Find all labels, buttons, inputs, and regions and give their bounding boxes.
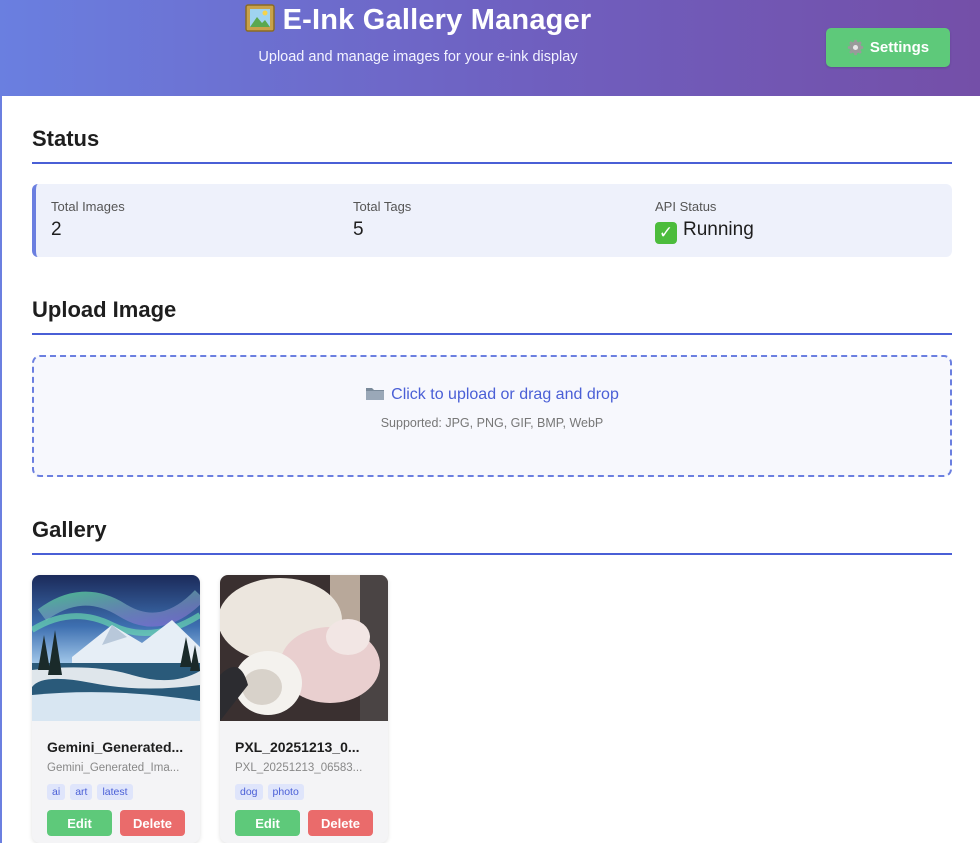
header-titles: E-Ink Gallery Manager Upload and manage … xyxy=(0,0,836,65)
tag-list: ai art latest xyxy=(47,784,133,800)
stat-value: 5 xyxy=(353,219,364,240)
upload-prompt: Click to upload or drag and drop xyxy=(391,386,619,403)
tag-list: dog photo xyxy=(235,784,304,800)
image-title: PXL_20251213_0... xyxy=(235,739,360,755)
stat-label: Total Images xyxy=(51,199,125,214)
tag: photo xyxy=(267,784,304,800)
stat-label: Total Tags xyxy=(353,199,412,214)
gear-icon xyxy=(847,39,864,56)
gallery-card[interactable]: PXL_20251213_0... PXL_20251213_06583... … xyxy=(220,575,388,843)
framed-picture-icon xyxy=(244,4,275,32)
check-mark-icon: ✓ xyxy=(655,222,677,244)
delete-button[interactable]: Delete xyxy=(120,810,185,836)
gallery-card[interactable]: Gemini_Generated... Gemini_Generated_Ima… xyxy=(32,575,200,843)
stat-total-tags: Total Tags 5 xyxy=(353,199,411,241)
image-filename: Gemini_Generated_Ima... xyxy=(47,762,180,774)
upload-supported-formats: Supported: JPG, PNG, GIF, BMP, WebP xyxy=(380,416,604,430)
tag: ai xyxy=(47,784,66,800)
image-thumbnail[interactable] xyxy=(32,575,200,721)
stat-value-row: ✓ Running xyxy=(655,219,754,244)
edit-button[interactable]: Edit xyxy=(47,810,112,836)
tag: latest xyxy=(97,784,133,800)
stat-total-images: Total Images 2 xyxy=(51,199,125,241)
image-thumbnail[interactable] xyxy=(220,575,388,721)
app-subtitle: Upload and manage images for your e-ink … xyxy=(258,49,578,65)
status-panel: Total Images 2 Total Tags 5 API Status ✓… xyxy=(32,184,952,257)
stat-value: 2 xyxy=(51,219,62,240)
upload-dropzone[interactable]: Click to upload or drag and drop Support… xyxy=(32,355,952,477)
main-content: Status Total Images 2 Total Tags 5 API S… xyxy=(0,96,980,843)
app-header: E-Ink Gallery Manager Upload and manage … xyxy=(0,0,980,96)
settings-label: Settings xyxy=(869,39,930,56)
upload-heading: Upload Image xyxy=(32,297,952,335)
image-filename: PXL_20251213_06583... xyxy=(235,762,363,774)
gallery-heading: Gallery xyxy=(32,517,952,555)
settings-button[interactable]: Settings xyxy=(826,28,950,67)
api-status-value: Running xyxy=(683,219,754,240)
app-title-row: E-Ink Gallery Manager xyxy=(0,4,836,37)
tag: dog xyxy=(235,784,263,800)
image-title: Gemini_Generated... xyxy=(47,739,184,755)
delete-button[interactable]: Delete xyxy=(308,810,373,836)
folder-icon xyxy=(366,388,385,400)
edit-button[interactable]: Edit xyxy=(235,810,300,836)
stat-api-status: API Status ✓ Running xyxy=(655,199,754,244)
app-title: E-Ink Gallery Manager xyxy=(282,4,592,36)
tag: art xyxy=(70,784,93,800)
stat-label: API Status xyxy=(655,199,717,214)
status-heading: Status xyxy=(32,126,952,164)
upload-prompt-row: Click to upload or drag and drop xyxy=(34,385,950,404)
